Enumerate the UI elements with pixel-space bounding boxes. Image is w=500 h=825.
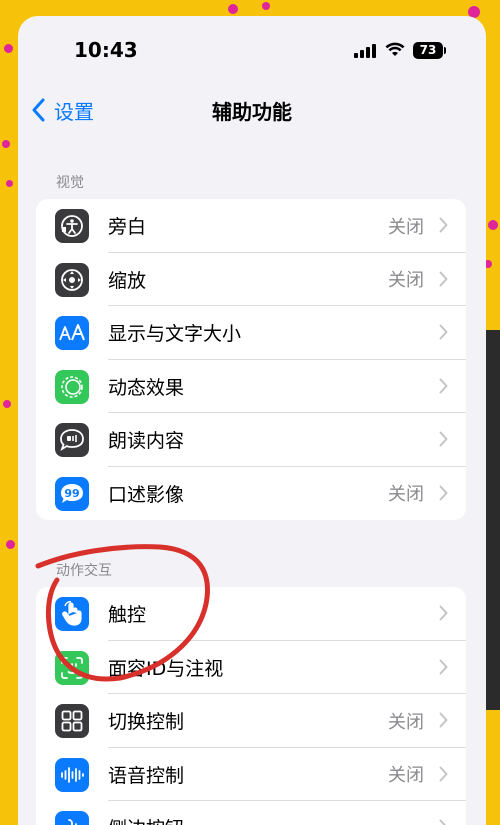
chevron-right-icon [439,378,448,393]
page-title: 辅助功能 [212,100,292,124]
background-dot [488,220,498,230]
chevron-right-icon [439,766,448,781]
row-label: 动态效果 [108,376,185,399]
chevron-right-icon [439,712,448,728]
audio-descriptions-icon: 99 [55,476,89,511]
row-voiceover[interactable]: 旁白 关闭 [36,199,466,253]
face-id-icon [55,650,89,685]
row-value: 关闭 [388,484,424,506]
section-header-physical-motor: 动作交互 [56,563,112,579]
row-value: 关闭 [388,711,424,733]
voice-control-icon [55,757,89,792]
row-label: 显示与文字大小 [108,323,242,346]
row-label: 面容ID与注视 [108,657,224,680]
switch-control-icon [55,704,89,738]
vision-group: 旁白 关闭 缩放 关闭 显示与文字大小 动态效果 朗读内容 99 口述影像 关闭 [36,199,466,520]
chevron-right-icon [439,324,448,340]
side-button-icon [55,811,89,825]
background-dot [3,400,11,408]
wifi-icon [385,42,405,56]
chevron-right-icon [439,605,448,621]
background-dot [6,180,13,187]
chevron-right-icon [439,485,448,500]
row-label: 缩放 [108,269,147,292]
row-switch-control[interactable]: 切换控制 关闭 [36,694,466,748]
row-touch[interactable]: 触控 [36,587,466,641]
row-label: 触控 [108,604,147,627]
battery-tip [444,47,446,54]
physical-motor-group: 触控 面容ID与注视 切换控制 关闭 语音控制 关闭 [36,587,466,825]
row-label: 侧边按钮 [108,814,184,825]
chevron-right-icon [439,431,448,447]
section-header-vision: 视觉 [56,175,84,191]
row-face-id-attention[interactable]: 面容ID与注视 [36,641,466,694]
row-value: 关闭 [388,270,424,292]
phone-screen: 10:43 73 设置 辅助功能 视觉 旁白 关闭 缩放 关闭 显示与文字大小 … [18,16,486,825]
row-spoken-content[interactable]: 朗读内容 [36,413,466,467]
zoom-icon [55,262,89,297]
navigation-bar: 设置 辅助功能 [18,92,486,132]
cellular-signal-icon [354,44,376,58]
row-side-button[interactable]: 侧边按钮 [36,801,466,825]
row-display-text-size[interactable]: 显示与文字大小 [36,306,466,360]
background-dot [6,540,15,549]
status-time: 10:43 [74,38,138,62]
battery-indicator: 73 [413,42,443,59]
row-value: 关闭 [388,765,424,787]
touch-icon [55,597,89,631]
row-label: 朗读内容 [108,430,185,453]
chevron-right-icon [439,217,448,233]
row-label: 旁白 [108,216,147,239]
row-label: 语音控制 [108,764,185,787]
row-label: 切换控制 [108,711,185,734]
row-value: 关闭 [388,216,424,238]
svg-text:99: 99 [64,487,79,500]
row-audio-descriptions[interactable]: 99 口述影像 关闭 [36,467,466,521]
chevron-right-icon [439,819,447,825]
background-dot [228,4,238,14]
row-motion[interactable]: 动态效果 [36,360,466,413]
motion-icon [55,369,89,404]
background-dot [262,2,270,10]
status-bar: 10:43 73 [18,16,486,76]
background-dot [2,140,10,148]
text-size-icon [55,316,89,350]
chevron-right-icon [439,271,448,286]
row-label: 口述影像 [108,483,185,506]
row-voice-control[interactable]: 语音控制 关闭 [36,748,466,801]
spoken-content-icon [55,423,89,457]
chevron-right-icon [439,659,448,674]
voiceover-icon [55,209,89,243]
background-dot [4,44,13,53]
row-zoom[interactable]: 缩放 关闭 [36,253,466,306]
